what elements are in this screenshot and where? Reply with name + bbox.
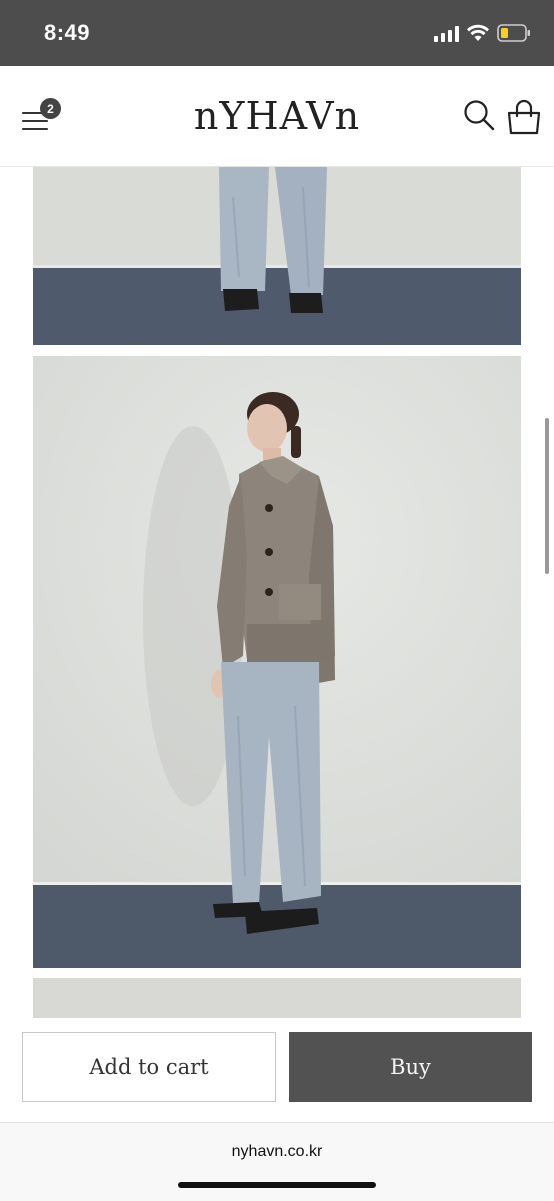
next-photo-peek[interactable] — [33, 978, 521, 1018]
add-to-cart-button[interactable]: Add to cart — [22, 1032, 276, 1102]
model-full-body-image — [33, 356, 521, 968]
shopping-bag-icon[interactable] — [506, 98, 542, 136]
menu-button[interactable]: 2 — [20, 98, 64, 140]
wifi-icon — [467, 24, 489, 41]
status-bar: 8:49 — [0, 0, 554, 66]
site-logo[interactable]: nYHAVn — [160, 88, 394, 144]
jeans-detail-image — [33, 167, 521, 345]
home-indicator[interactable] — [178, 1182, 376, 1188]
cellular-signal-icon — [434, 26, 460, 42]
purchase-action-bar: Add to cart Buy — [0, 1018, 554, 1122]
battery-low-icon — [497, 24, 530, 42]
site-header: 2 nYHAVn — [0, 66, 554, 167]
scrollbar-thumb[interactable] — [545, 418, 549, 574]
jeans-detail-photo[interactable] — [33, 167, 521, 345]
browser-address-bar: nyhavn.co.kr — [0, 1122, 554, 1201]
url-text[interactable]: nyhavn.co.kr — [0, 1143, 554, 1161]
buy-button[interactable]: Buy — [289, 1032, 532, 1102]
status-time: 8:49 — [44, 20, 91, 45]
search-icon[interactable] — [462, 98, 496, 132]
cart-count-badge: 2 — [40, 98, 61, 119]
model-cardigan-jeans-photo[interactable] — [33, 356, 521, 968]
